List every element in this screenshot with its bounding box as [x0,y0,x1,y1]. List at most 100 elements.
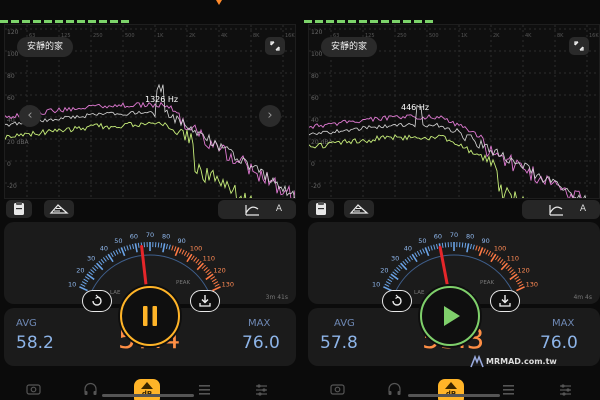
settings-icon [256,384,267,396]
spectrum-axis-label: 0 [311,161,315,168]
waterfall-icon [349,204,369,214]
recording-duration: 4m 4s [573,294,592,301]
max-label: MAX [248,318,271,329]
clipboard-icon [316,202,326,215]
spectrum-axis-label: 80 [7,73,15,80]
scene-selector-button[interactable]: 安靜的家 [321,37,378,57]
avg-value: 57.8 [320,333,358,353]
weighting-value: A [579,204,586,214]
gauge-scale-label: 90 [482,237,490,245]
peak-frequency-label: 1326 Hz [145,95,179,104]
max-value: 76.0 [540,333,578,353]
pause-button[interactable] [118,284,182,348]
spectrum-axis-label: 120 [7,29,19,36]
gauge-scale-label: 90 [178,237,186,245]
pause-icon [120,286,180,346]
spectrum-axis-label: 0 [7,161,11,168]
toolbar: A [0,199,296,221]
clipboard-button[interactable] [308,200,334,218]
headphones-icon [84,382,97,395]
gauge-unit-label: PEAK [480,280,495,286]
spectrum-axis-label: 20 dBA [7,139,29,146]
spectrum-axis-label: -20 [311,183,321,190]
list-icon [503,385,514,395]
gauge-scale-label: 100 [494,244,506,252]
left-meter-panel: 120 100 80 60 40 20 dBA 0 -20 63 125 250 500 1K 2K 4K 8… [0,24,296,400]
frequency-tick-label: 8K [253,33,260,39]
frequency-tick-label: 4K [525,33,532,39]
toolbar: A [304,199,600,221]
spectrum-axis-label: 100 [311,51,323,58]
notch-caret-icon [216,0,222,5]
max-label: MAX [552,318,575,329]
expand-icon[interactable] [569,37,589,55]
camera-icon [26,384,41,395]
peak-frequency-label: 446 Hz [401,103,430,112]
tab-settings[interactable]: 设置 [236,376,286,400]
gauge-scale-label: 40 [404,244,412,252]
scene-selector-button[interactable]: 安靜的家 [17,37,74,57]
frequency-tick-label: 2K [493,33,500,39]
frequency-tick-label: 500 [125,33,135,39]
clipboard-button[interactable] [6,200,32,218]
weighting-value: A [275,204,282,214]
gauge-scale-label: 70 [450,231,458,239]
prev-arrow-icon[interactable]: ‹ [19,105,41,127]
frequency-tick-label: 16K [589,33,599,39]
gauge-scale-label: 130 [222,280,234,288]
clipboard-icon [14,202,24,215]
gauge-scale-label: 10 [68,280,76,288]
avg-value: 58.2 [16,333,54,353]
play-button[interactable] [418,284,482,348]
gauge-scale-label: 50 [418,237,426,245]
waterfall-icon [49,204,69,214]
tab-camera[interactable]: 相机 [312,376,362,400]
status-strip [0,0,600,23]
weighting-curve-icon [549,205,563,216]
gauge-scale-label: 60 [434,233,442,241]
home-indicator [102,394,194,397]
frequency-tick-label: 8K [557,33,564,39]
frequency-tick-label: 250 [397,33,407,39]
frequency-tick-label: 500 [429,33,439,39]
gauge-scale-label: 110 [507,254,519,262]
spectrum-analyzer: 120 100 80 60 40 20 dBA 0 -20 63 125 250 500 1K 2K 4K 8… [4,24,296,199]
play-icon [420,286,480,346]
gauge-scale-label: 130 [526,280,538,288]
spectrum-mode-button[interactable] [44,200,74,218]
watermark: MRMAD.com.tw [486,357,557,366]
tab-camera[interactable]: 相机 [8,376,58,400]
tab-settings[interactable]: 设置 [540,376,590,400]
gauge-scale-label: 50 [114,237,122,245]
spectrum-mode-button[interactable] [344,200,374,218]
recording-duration: 3m 41s [265,294,288,301]
expand-icon[interactable] [265,37,285,55]
download-icon [199,295,211,307]
frequency-tick-label: 16K [285,33,295,39]
reset-button[interactable] [82,290,112,312]
spectrum-axis-label: 60 [7,95,15,102]
home-indicator [408,394,500,397]
frequency-weighting-button[interactable]: A [218,200,296,219]
gauge-scale-label: 80 [466,233,474,241]
export-button[interactable] [490,290,520,312]
frequency-weighting-button[interactable]: A [522,200,600,219]
gauge-scale-label: 30 [391,254,399,262]
gauge-scale-label: 20 [76,266,84,274]
camera-icon [330,384,345,395]
next-arrow-icon[interactable]: › [259,105,281,127]
export-button[interactable] [190,290,220,312]
spectrum-axis-label: 60 [311,95,319,102]
frequency-tick-label: 1K [157,33,164,39]
reset-button[interactable] [382,290,412,312]
right-meter-panel: 120 100 80 60 40 20 dBA 0 -20 63 125 250 500 1K 2K 4K 8… [304,24,600,400]
gauge-scale-label: 10 [372,280,380,288]
gauge-scale-label: 30 [87,254,95,262]
spectrum-axis-label: -20 [7,183,17,190]
avg-label: AVG [334,318,355,329]
gauge-scale-label: 60 [130,233,138,241]
gauge-scale-label: 80 [162,233,170,241]
settings-icon [560,384,571,396]
spectrum-axis-label: 80 [311,73,319,80]
frequency-tick-label: 2K [189,33,196,39]
